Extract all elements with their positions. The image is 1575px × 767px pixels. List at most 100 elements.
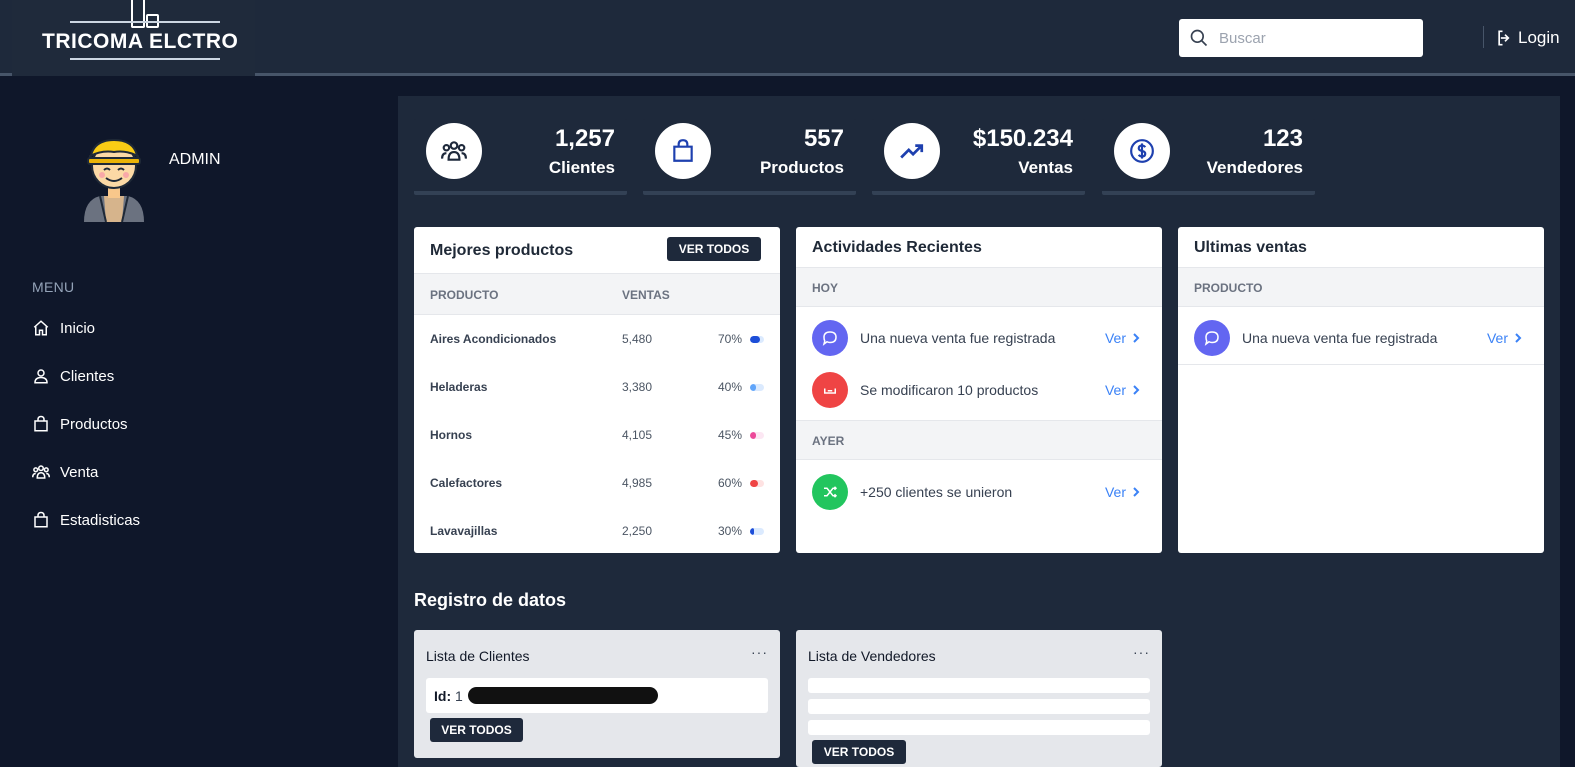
- stat-card-productos[interactable]: 557 Productos: [643, 119, 856, 195]
- stat-value: 123: [1262, 125, 1303, 152]
- column-header-ventas: VENTAS: [622, 288, 670, 302]
- card-title: Lista de Vendedores: [808, 648, 936, 664]
- header-divider: [1483, 26, 1484, 48]
- ver-link[interactable]: Ver: [1105, 484, 1142, 500]
- stat-value: 557: [803, 125, 844, 152]
- progress-fill: [750, 432, 757, 439]
- ver-link-label: Ver: [1486, 330, 1508, 346]
- stat-label: Productos: [759, 158, 844, 177]
- sidebar-item-inicio[interactable]: Inicio: [32, 319, 95, 337]
- chat-bubble-icon: [822, 331, 837, 346]
- ver-link-label: Ver: [1104, 330, 1126, 346]
- client-row[interactable]: Id: 1: [426, 678, 768, 713]
- ver-todos-button[interactable]: VER TODOS: [667, 237, 761, 261]
- sellers-list-card: Lista de Vendedores ··· VER TODOS: [796, 630, 1162, 767]
- trending-up-icon: [900, 144, 924, 159]
- ver-link[interactable]: Ver: [1105, 330, 1142, 346]
- section-title: Registro de datos: [414, 590, 567, 610]
- activity-text: Se modificaron 10 productos: [860, 382, 1039, 398]
- sidebar-item-label: Inicio: [60, 319, 96, 337]
- product-name: Heladeras: [430, 380, 488, 394]
- stat-value: 1,257: [554, 125, 615, 152]
- search-input[interactable]: [1219, 29, 1409, 47]
- sidebar-item-label: Clientes: [60, 367, 115, 385]
- users-icon: [441, 141, 467, 161]
- brand-logo[interactable]: TRICOMA ELCTRO: [12, 0, 255, 76]
- progress-bar: [750, 432, 764, 439]
- product-sales: 2,250: [622, 524, 653, 538]
- login-button[interactable]: Login: [1495, 28, 1560, 48]
- stat-card-ventas[interactable]: $150.234 Ventas: [872, 119, 1085, 195]
- table-header: PRODUCTO VENTAS: [414, 273, 780, 315]
- home-icon: [33, 320, 49, 336]
- seller-row[interactable]: [808, 699, 1150, 714]
- stat-label: Vendedores: [1206, 158, 1303, 177]
- product-name: Hornos: [430, 428, 472, 442]
- menu-heading: MENU: [32, 279, 75, 295]
- stat-label: Ventas: [1018, 158, 1073, 177]
- progress-bar: [750, 528, 764, 535]
- card-title: Lista de Clientes: [426, 648, 530, 664]
- product-sales: 4,105: [622, 428, 653, 442]
- more-options-icon[interactable]: ···: [751, 644, 768, 660]
- product-sales: 5,480: [622, 332, 653, 346]
- activity-text: Una nueva venta fue registrada: [860, 330, 1056, 346]
- table-row[interactable]: Calefactores 4,985 60%: [414, 459, 780, 507]
- table-row[interactable]: Aires Acondicionados 5,480 70%: [414, 315, 780, 363]
- ver-link-label: Ver: [1104, 484, 1126, 500]
- table-row[interactable]: Heladeras 3,380 40%: [414, 363, 780, 411]
- ver-link[interactable]: Ver: [1105, 382, 1142, 398]
- login-label: Login: [1518, 28, 1560, 47]
- users-icon: [32, 465, 50, 479]
- section-label: AYER: [812, 434, 845, 448]
- product-percent: 60%: [717, 476, 742, 490]
- activity-item[interactable]: Una nueva venta fue registrada Ver: [796, 311, 1162, 363]
- activity-item[interactable]: +250 clientes se unieron Ver: [796, 465, 1162, 517]
- search-box[interactable]: [1179, 19, 1423, 57]
- stat-card-vendedores[interactable]: 123 Vendedores: [1102, 119, 1315, 195]
- stat-icon-circle: [1114, 123, 1170, 179]
- ver-todos-button[interactable]: VER TODOS: [430, 718, 523, 742]
- chat-bubble-icon: [1204, 331, 1219, 346]
- search-icon: [1190, 29, 1208, 47]
- product-percent: 45%: [717, 428, 742, 442]
- logo-divider: [70, 58, 220, 60]
- chevron-right-icon: [1133, 487, 1140, 497]
- progress-bar: [750, 384, 764, 391]
- card-title: Mejores productos: [430, 242, 574, 259]
- sidebar-item-productos[interactable]: Productos: [32, 415, 128, 433]
- card-title: Ultimas ventas: [1194, 239, 1307, 256]
- progress-fill: [750, 336, 760, 343]
- sidebar-item-clientes[interactable]: Clientes: [32, 367, 114, 385]
- sidebar-item-label: Estadisticas: [60, 511, 141, 529]
- ver-link[interactable]: Ver: [1487, 330, 1524, 346]
- stat-value: $150.234: [972, 125, 1073, 152]
- recent-activities-card: Actividades Recientes HOY Una nueva vent…: [796, 227, 1162, 553]
- chevron-right-icon: [1133, 385, 1140, 395]
- product-percent: 30%: [717, 524, 742, 538]
- last-sales-card: Ultimas ventas PRODUCTO Una nueva venta …: [1178, 227, 1544, 553]
- sidebar-item-label: Productos: [60, 415, 128, 433]
- product-name: Aires Acondicionados: [430, 332, 557, 346]
- progress-fill: [750, 384, 756, 391]
- more-options-icon[interactable]: ···: [1133, 644, 1150, 660]
- section-label: HOY: [812, 281, 839, 295]
- stat-label: Clientes: [548, 158, 615, 177]
- seller-row[interactable]: [808, 720, 1150, 735]
- seller-row[interactable]: [808, 678, 1150, 693]
- login-icon: [1498, 30, 1510, 46]
- activity-item[interactable]: Se modificaron 10 productos Ver: [796, 363, 1162, 415]
- table-row[interactable]: Hornos 4,105 45%: [414, 411, 780, 459]
- shopping-bag-icon: [673, 139, 693, 162]
- ver-todos-button[interactable]: VER TODOS: [812, 740, 906, 764]
- brand-name: TRICOMA ELCTRO: [42, 30, 239, 53]
- sale-item[interactable]: Una nueva venta fue registrada Ver: [1178, 311, 1544, 365]
- sidebar-item-estadisticas[interactable]: Estadisticas: [32, 511, 140, 529]
- progress-fill: [750, 528, 755, 535]
- table-row[interactable]: Lavavajillas 2,250 30%: [414, 507, 780, 553]
- sidebar-item-venta[interactable]: Venta: [32, 463, 98, 481]
- inbox-icon: [824, 388, 836, 394]
- stat-card-clientes[interactable]: 1,257 Clientes: [414, 119, 627, 195]
- ver-link-label: Ver: [1104, 382, 1126, 398]
- product-name: Calefactores: [430, 476, 503, 490]
